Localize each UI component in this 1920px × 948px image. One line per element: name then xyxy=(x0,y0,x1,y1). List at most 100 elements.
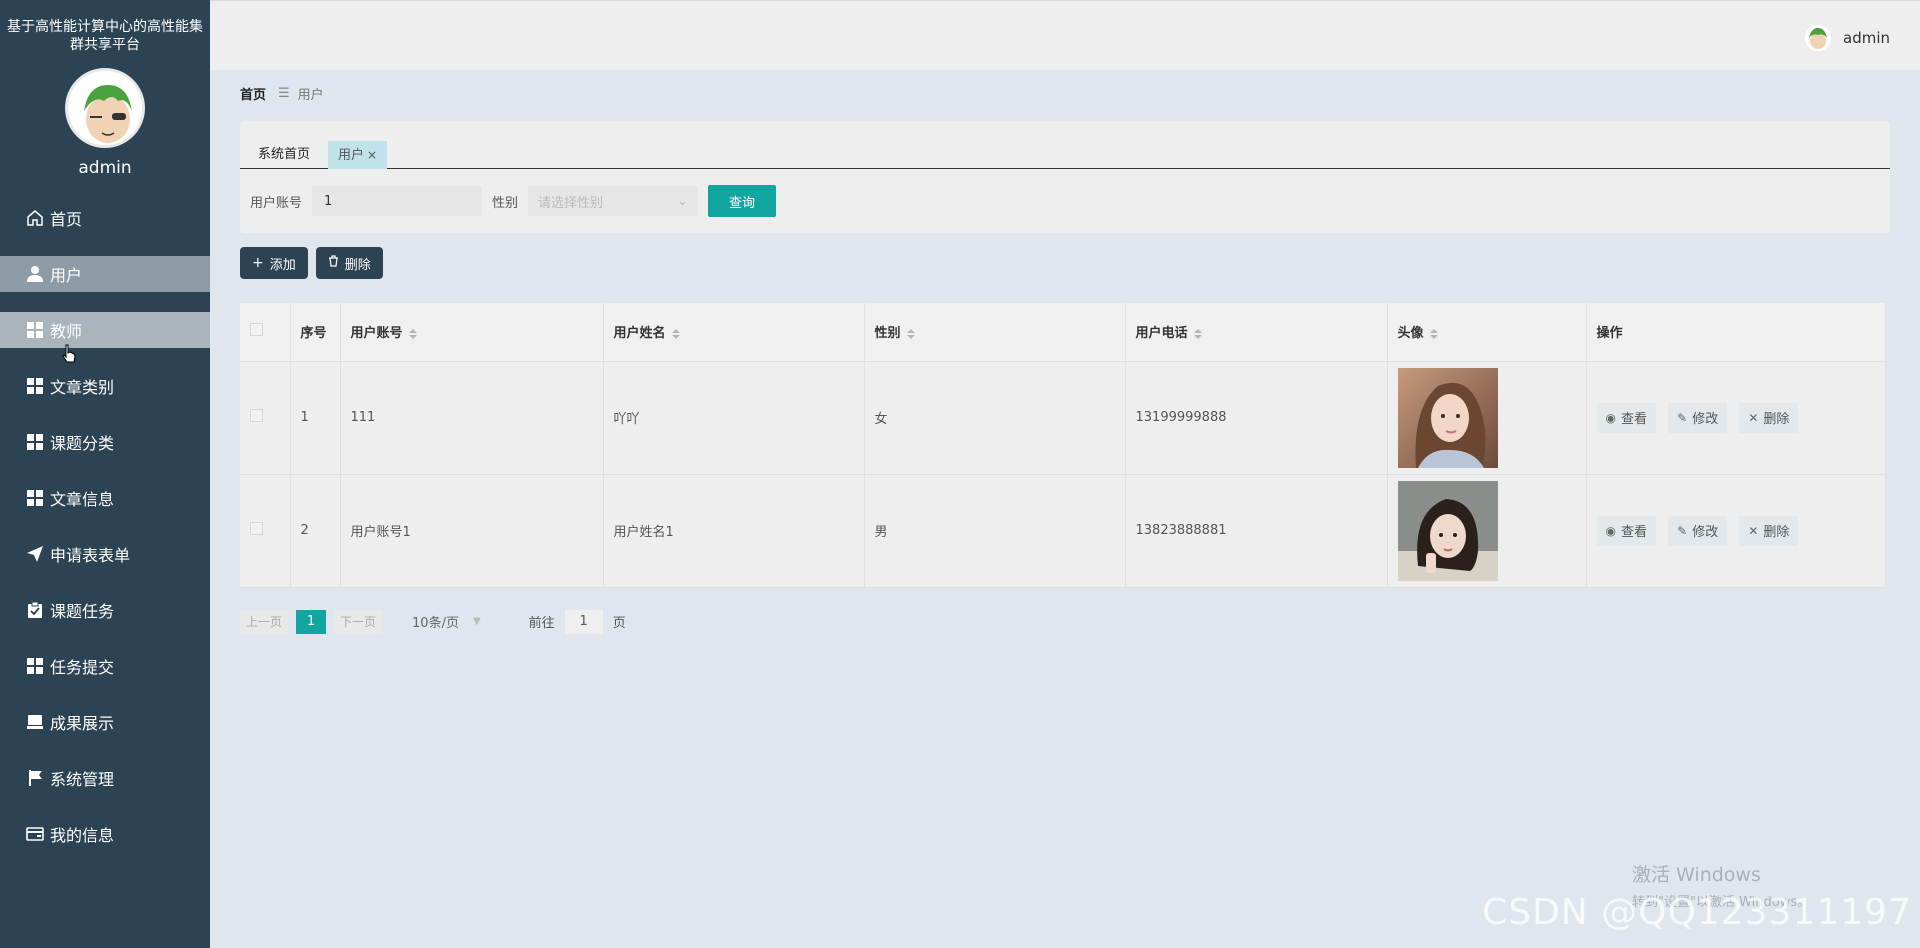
sidebar-item-topic-categories[interactable]: 课题分类 xyxy=(0,424,210,460)
sidebar-item-teachers[interactable]: 教师 xyxy=(0,312,210,348)
account-label: 用户账号 xyxy=(250,195,303,211)
sidebar-item-task-submission[interactable]: 任务提交 xyxy=(0,648,210,684)
col-name-label: 用户姓名 xyxy=(613,326,666,342)
user-photo[interactable] xyxy=(1397,367,1498,468)
sidebar-item-label: 用户 xyxy=(50,266,83,285)
col-gender[interactable]: 性别 xyxy=(864,303,1126,362)
topbar-user[interactable]: admin xyxy=(1805,25,1890,51)
row-delete-button[interactable]: ✕ 删除 xyxy=(1739,515,1799,546)
top-bar: admin xyxy=(210,0,1920,70)
cell-gender: 男 xyxy=(864,474,1126,588)
row-checkbox[interactable] xyxy=(250,522,263,535)
sidebar-item-home[interactable]: 首页 xyxy=(0,200,210,236)
add-button[interactable]: + 添加 xyxy=(240,247,308,279)
sidebar-item-articles[interactable]: 文章信息 xyxy=(0,480,210,516)
avatar xyxy=(65,68,145,148)
sidebar-item-label: 成果展示 xyxy=(50,714,115,733)
grid-icon xyxy=(25,432,45,452)
sidebar-item-topic-tasks[interactable]: 课题任务 xyxy=(0,592,210,628)
sort-icon[interactable] xyxy=(1193,328,1202,339)
cell-name: 吖吖 xyxy=(603,361,865,475)
tab-bar: 系统首页 用户 × xyxy=(240,141,1890,169)
cell-phone: 13199999888 xyxy=(1125,361,1388,475)
sidebar-item-article-categories[interactable]: 文章类别 xyxy=(0,368,210,404)
sidebar-item-label: 任务提交 xyxy=(50,658,115,677)
row-checkbox[interactable] xyxy=(250,409,263,422)
sort-icon[interactable] xyxy=(906,328,915,339)
card-icon xyxy=(25,824,45,844)
add-label: 添加 xyxy=(269,257,296,273)
tab-users[interactable]: 用户 × xyxy=(328,141,388,169)
breadcrumb-separator-icon: ☰ xyxy=(278,86,290,101)
page-number-current[interactable]: 1 xyxy=(296,609,327,634)
col-ops: 操作 xyxy=(1586,303,1886,362)
view-label: 查看 xyxy=(1620,412,1647,427)
select-all-checkbox[interactable] xyxy=(250,323,263,337)
sidebar-item-application-form[interactable]: 申请表表单 xyxy=(0,536,210,572)
account-input[interactable] xyxy=(312,186,483,216)
cell-avatar xyxy=(1387,361,1587,475)
sidebar-item-my-info[interactable]: 我的信息 xyxy=(0,816,210,852)
cell-index: 2 xyxy=(290,474,341,588)
tab-system-home[interactable]: 系统首页 xyxy=(248,141,320,169)
sidebar-item-label: 教师 xyxy=(50,322,83,341)
chevron-down-icon: ▼ xyxy=(472,616,481,627)
sidebar-item-label: 文章类别 xyxy=(50,378,115,397)
query-button[interactable]: 查询 xyxy=(708,185,777,217)
table-row: 1 111 吖吖 女 13199999888 ◉ 查看 ✎ 修改 ✕ 删除 xyxy=(240,361,1886,475)
delete-button[interactable]: 删除 xyxy=(315,247,383,279)
edit-button[interactable]: ✎ 修改 xyxy=(1668,515,1728,546)
goto-page: 前往 1 页 xyxy=(529,609,626,634)
cell-gender: 女 xyxy=(864,361,1126,475)
prev-page-button[interactable]: 上一页 xyxy=(240,609,289,634)
edit-label: 修改 xyxy=(1692,412,1719,427)
gender-select[interactable]: 请选择性别 ⌄ xyxy=(528,186,699,216)
grid-icon xyxy=(25,656,45,676)
col-account[interactable]: 用户账号 xyxy=(340,303,604,362)
sort-icon[interactable] xyxy=(408,328,417,339)
close-icon[interactable]: × xyxy=(367,148,377,162)
cell-ops: ◉ 查看 ✎ 修改 ✕ 删除 xyxy=(1586,474,1886,588)
close-icon: ✕ xyxy=(1748,523,1759,538)
chevron-down-icon: ⌄ xyxy=(677,193,689,209)
sidebar-item-system-management[interactable]: 系统管理 xyxy=(0,760,210,796)
sort-icon[interactable] xyxy=(671,328,680,339)
cell-ops: ◉ 查看 ✎ 修改 ✕ 删除 xyxy=(1586,361,1886,475)
sort-icon[interactable] xyxy=(1429,328,1438,339)
close-icon: ✕ xyxy=(1748,410,1759,425)
goto-page-input[interactable]: 1 xyxy=(564,609,603,634)
trash-icon xyxy=(328,255,339,271)
delete-label: 删除 xyxy=(344,257,371,273)
breadcrumb-home[interactable]: 首页 xyxy=(240,84,266,103)
user-icon xyxy=(25,264,45,284)
edit-button[interactable]: ✎ 修改 xyxy=(1668,402,1728,433)
col-avatar[interactable]: 头像 xyxy=(1387,303,1587,362)
flag-icon xyxy=(25,768,45,788)
view-button[interactable]: ◉ 查看 xyxy=(1596,402,1656,433)
col-name[interactable]: 用户姓名 xyxy=(603,303,865,362)
sidebar-item-label: 课题任务 xyxy=(50,602,115,621)
row-delete-button[interactable]: ✕ 删除 xyxy=(1739,402,1799,433)
sidebar-item-label: 系统管理 xyxy=(50,770,115,789)
col-index: 序号 xyxy=(290,303,341,362)
cell-index: 1 xyxy=(290,361,341,475)
col-gender-label: 性别 xyxy=(874,326,901,342)
gender-label: 性别 xyxy=(492,195,519,211)
edit-icon: ✎ xyxy=(1677,523,1688,538)
view-button[interactable]: ◉ 查看 xyxy=(1596,515,1656,546)
sidebar-item-achievements[interactable]: 成果展示 xyxy=(0,704,210,740)
cell-account: 用户账号1 xyxy=(340,474,604,588)
next-page-button[interactable]: 下一页 xyxy=(334,609,383,634)
sidebar-item-label: 申请表表单 xyxy=(50,546,131,565)
cell-avatar xyxy=(1387,474,1587,588)
col-phone[interactable]: 用户电话 xyxy=(1125,303,1388,362)
action-bar: + 添加 删除 xyxy=(240,247,1890,279)
col-phone-label: 用户电话 xyxy=(1135,326,1188,342)
tab-label: 用户 xyxy=(338,148,365,163)
sidebar-item-users[interactable]: 用户 xyxy=(0,256,210,292)
page-size-select[interactable]: 10条/页 ▼ xyxy=(412,612,481,631)
user-photo[interactable] xyxy=(1397,480,1498,581)
send-icon xyxy=(25,544,45,564)
page-size-value: 10条/页 xyxy=(412,616,459,631)
col-account-label: 用户账号 xyxy=(350,326,403,342)
